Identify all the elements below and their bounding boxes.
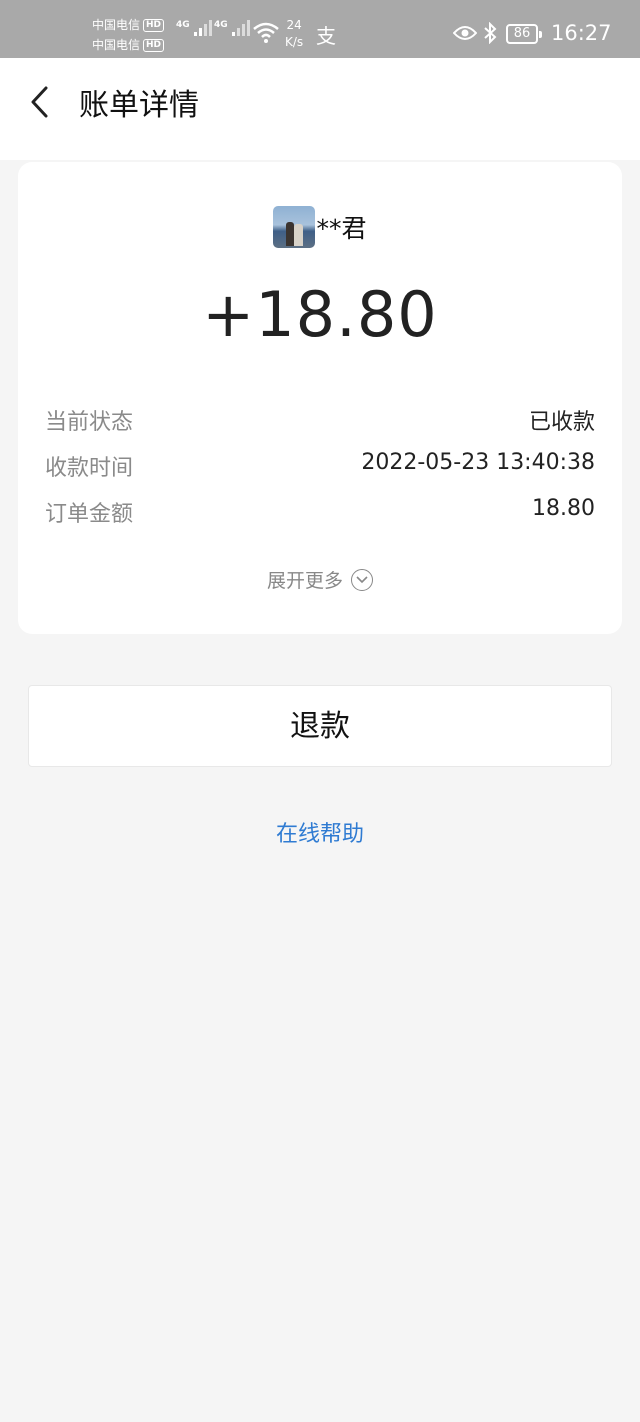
bill-card: **君 +18.80 当前状态 已收款 收款时间 2022-05-23 13:4… — [18, 162, 622, 634]
carrier-2: 中国电信 — [92, 38, 141, 52]
avatar — [273, 206, 316, 248]
detail-row-status: 当前状态 已收款 — [45, 404, 595, 436]
carrier-1: 中国电信 — [92, 18, 141, 32]
wifi-icon — [253, 22, 279, 43]
network-type: 4G — [176, 20, 190, 30]
battery-icon: 86 — [506, 24, 542, 44]
detail-value: 18.80 — [532, 496, 595, 521]
amount: +18.80 — [202, 278, 438, 351]
detail-label: 当前状态 — [45, 410, 134, 435]
carrier-info: 中国电信 HD 中国电信 HD — [92, 15, 165, 55]
hd-badge: HD — [143, 38, 165, 52]
network-type: 4G — [214, 20, 228, 30]
page-title: 账单详情 — [79, 88, 199, 123]
alipay-icon: 支 — [316, 24, 336, 48]
header: 账单详情 — [0, 58, 640, 160]
eye-icon — [453, 26, 477, 40]
speed-unit: K/s — [285, 35, 304, 49]
expand-more-label: 展开更多 — [266, 570, 343, 592]
detail-value: 已收款 — [528, 410, 595, 435]
detail-label: 订单金额 — [45, 502, 134, 527]
detail-label: 收款时间 — [45, 456, 134, 481]
chevron-down-icon — [351, 568, 373, 591]
refund-button[interactable]: 退款 — [28, 685, 612, 767]
bluetooth-icon — [484, 22, 497, 44]
detail-value: 2022-05-23 13:40:38 — [361, 450, 595, 475]
online-help-link[interactable]: 在线帮助 — [0, 816, 640, 848]
detail-row-time: 收款时间 2022-05-23 13:40:38 — [45, 450, 595, 482]
detail-row-amount: 订单金额 18.80 — [45, 496, 595, 528]
signal-icon: 4G — [176, 20, 212, 36]
payer-name: **君 — [316, 214, 367, 243]
back-icon[interactable] — [26, 82, 56, 122]
hd-badge: HD — [143, 18, 165, 32]
network-speed: 24 K/s — [285, 17, 303, 51]
signal-icon: 4G — [214, 20, 250, 36]
expand-more-button[interactable]: 展开更多 — [18, 566, 622, 593]
speed-value: 24 — [286, 18, 302, 32]
payer-info: **君 — [18, 206, 622, 248]
status-bar: 中国电信 HD 中国电信 HD 4G 4G 24 K/s 支 86 16:27 — [0, 0, 640, 58]
clock: 16:27 — [551, 21, 612, 45]
